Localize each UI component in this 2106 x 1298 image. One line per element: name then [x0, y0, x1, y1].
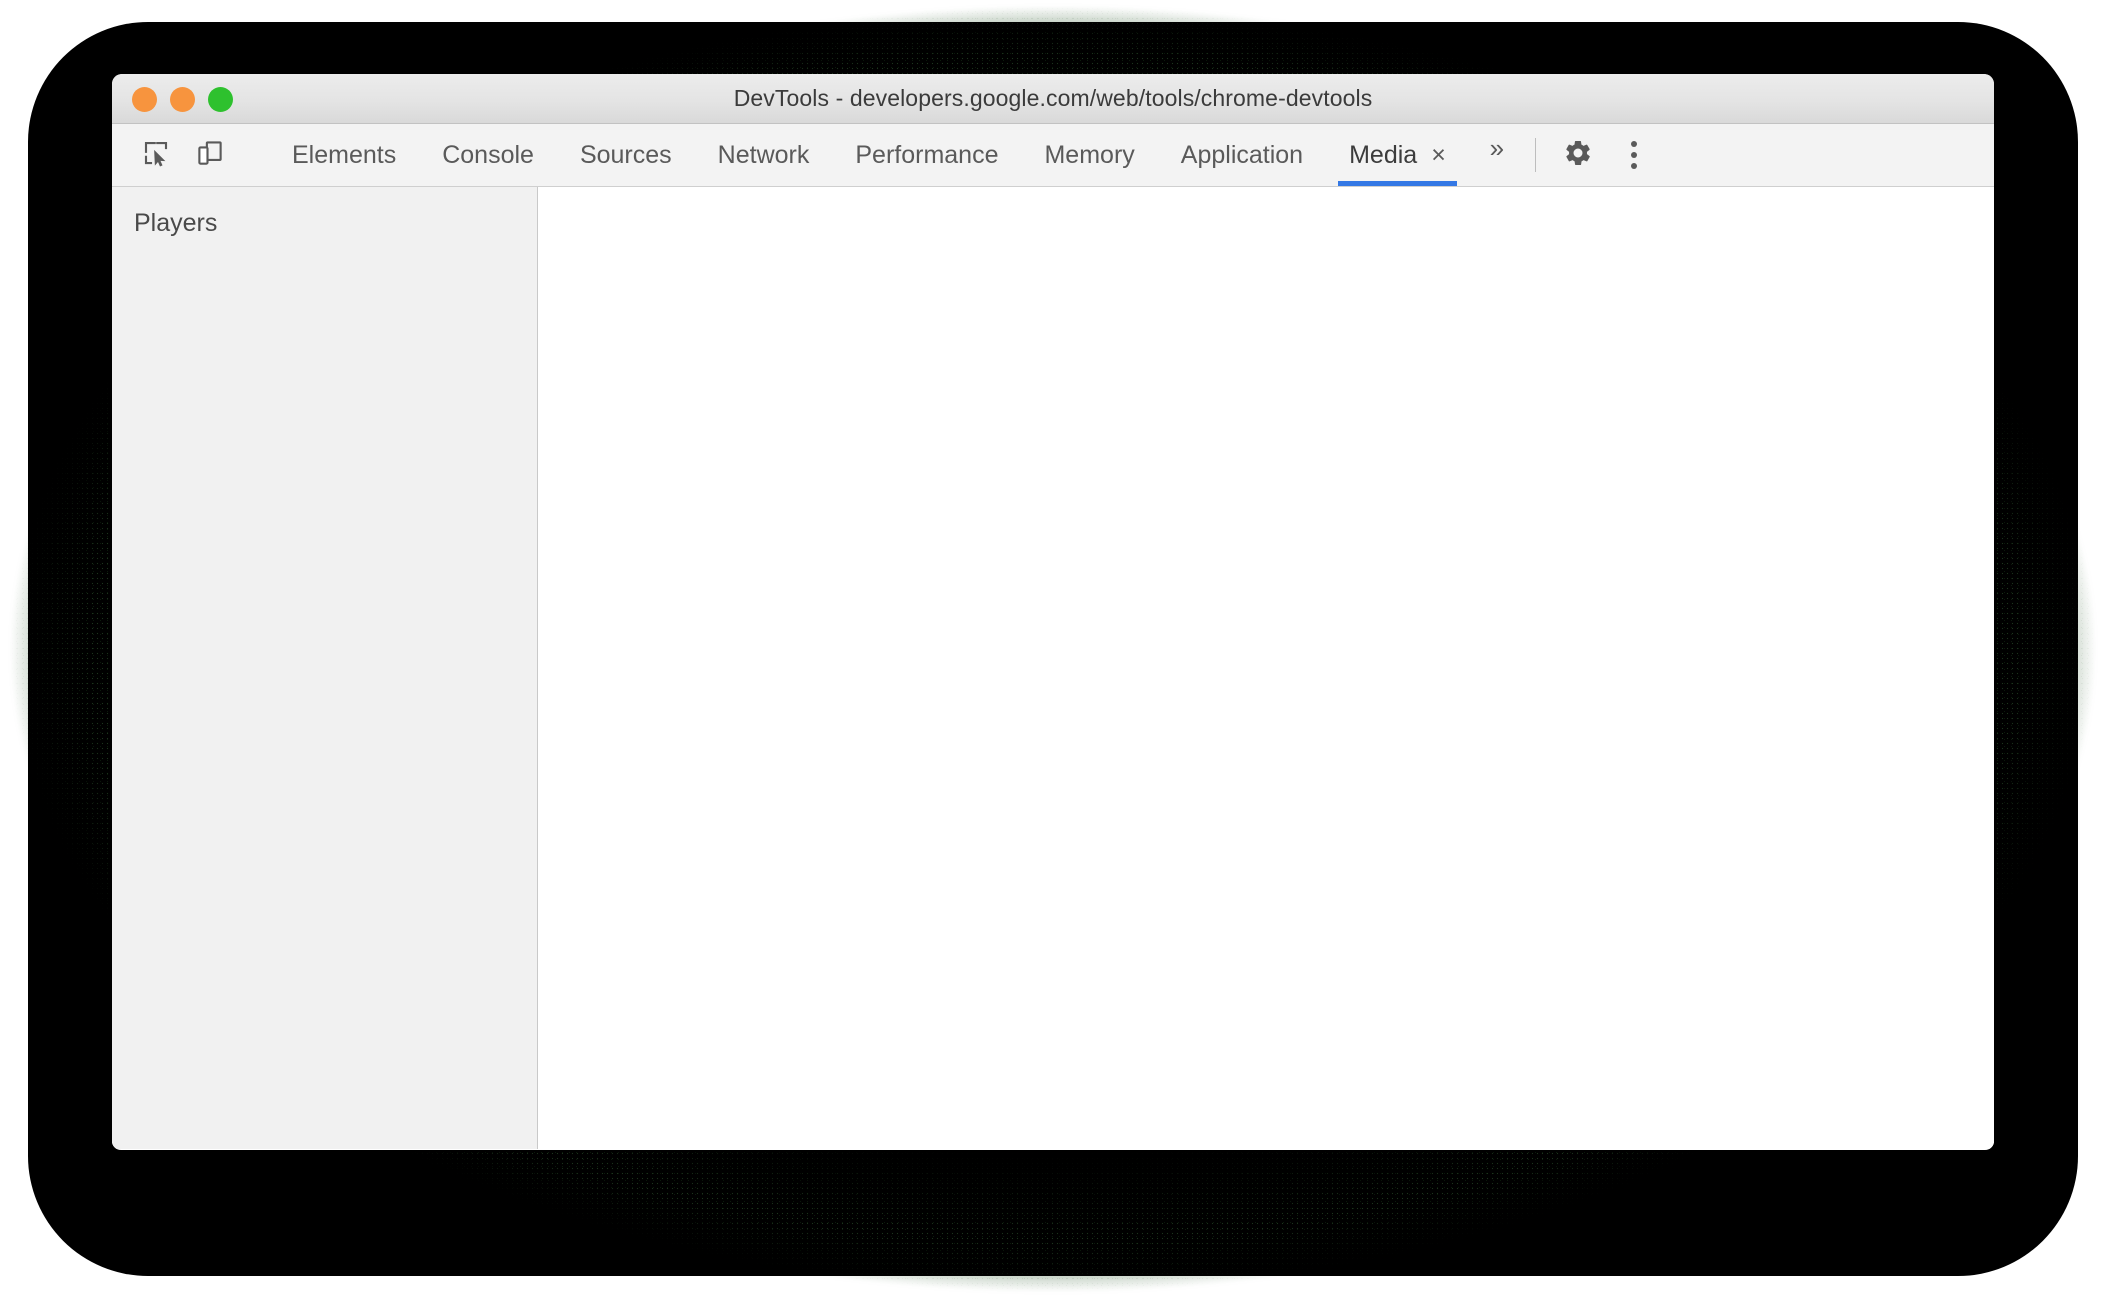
devtools-window: DevTools - developers.google.com/web/too…: [112, 74, 1994, 1150]
tab-application[interactable]: Application: [1158, 124, 1326, 186]
tab-elements[interactable]: Elements: [269, 124, 419, 186]
devtools-toolbar: Elements Console Sources Network Perform…: [112, 124, 1994, 187]
tab-memory[interactable]: Memory: [1021, 124, 1157, 186]
tab-label: Sources: [579, 140, 672, 169]
close-icon[interactable]: ×: [1431, 142, 1446, 168]
device-toolbar-button[interactable]: [186, 131, 234, 179]
tab-label: Elements: [292, 140, 397, 169]
tab-label: Performance: [855, 140, 999, 169]
tab-label: Application: [1180, 140, 1304, 169]
device-toolbar-icon: [195, 138, 225, 173]
tab-console[interactable]: Console: [419, 124, 557, 186]
toolbar-icon-group: [112, 124, 269, 186]
toolbar-right-group: [1550, 124, 1678, 186]
main-menu-button[interactable]: [1608, 131, 1660, 179]
tab-label: Media: [1349, 140, 1418, 169]
window-controls: [132, 74, 233, 124]
window-title: DevTools - developers.google.com/web/too…: [733, 85, 1373, 111]
gear-icon: [1563, 138, 1593, 173]
tab-network[interactable]: Network: [695, 124, 833, 186]
inspect-element-icon: [141, 138, 171, 173]
players-sidebar-title: Players: [134, 209, 218, 237]
media-content-pane[interactable]: [538, 187, 1994, 1149]
maximize-window-button[interactable]: [208, 86, 233, 112]
tab-media[interactable]: Media ×: [1326, 124, 1469, 186]
toolbar-divider-2: [1534, 138, 1536, 172]
more-vertical-icon-dot-2: [1630, 152, 1637, 158]
more-tabs-button[interactable]: »: [1469, 124, 1525, 172]
settings-button[interactable]: [1550, 131, 1606, 179]
players-sidebar[interactable]: Players: [112, 187, 538, 1149]
tab-sources[interactable]: Sources: [557, 124, 695, 186]
more-vertical-icon: [1630, 141, 1637, 147]
minimize-window-button[interactable]: [170, 86, 195, 112]
tab-label: Memory: [1044, 140, 1135, 169]
close-window-button[interactable]: [132, 86, 157, 112]
tab-label: Console: [442, 140, 534, 169]
more-vertical-icon-dot-3: [1630, 163, 1637, 169]
panel-tabs: Elements Console Sources Network Perform…: [269, 124, 1469, 186]
media-panel: Players: [112, 187, 1994, 1149]
chevron-double-right-icon: »: [1489, 132, 1505, 163]
window-titlebar: DevTools - developers.google.com/web/too…: [112, 74, 1994, 124]
tab-performance[interactable]: Performance: [832, 124, 1021, 186]
inspect-element-button[interactable]: [132, 131, 180, 179]
active-tab-indicator: [1338, 181, 1457, 186]
tab-label: Network: [717, 140, 810, 169]
